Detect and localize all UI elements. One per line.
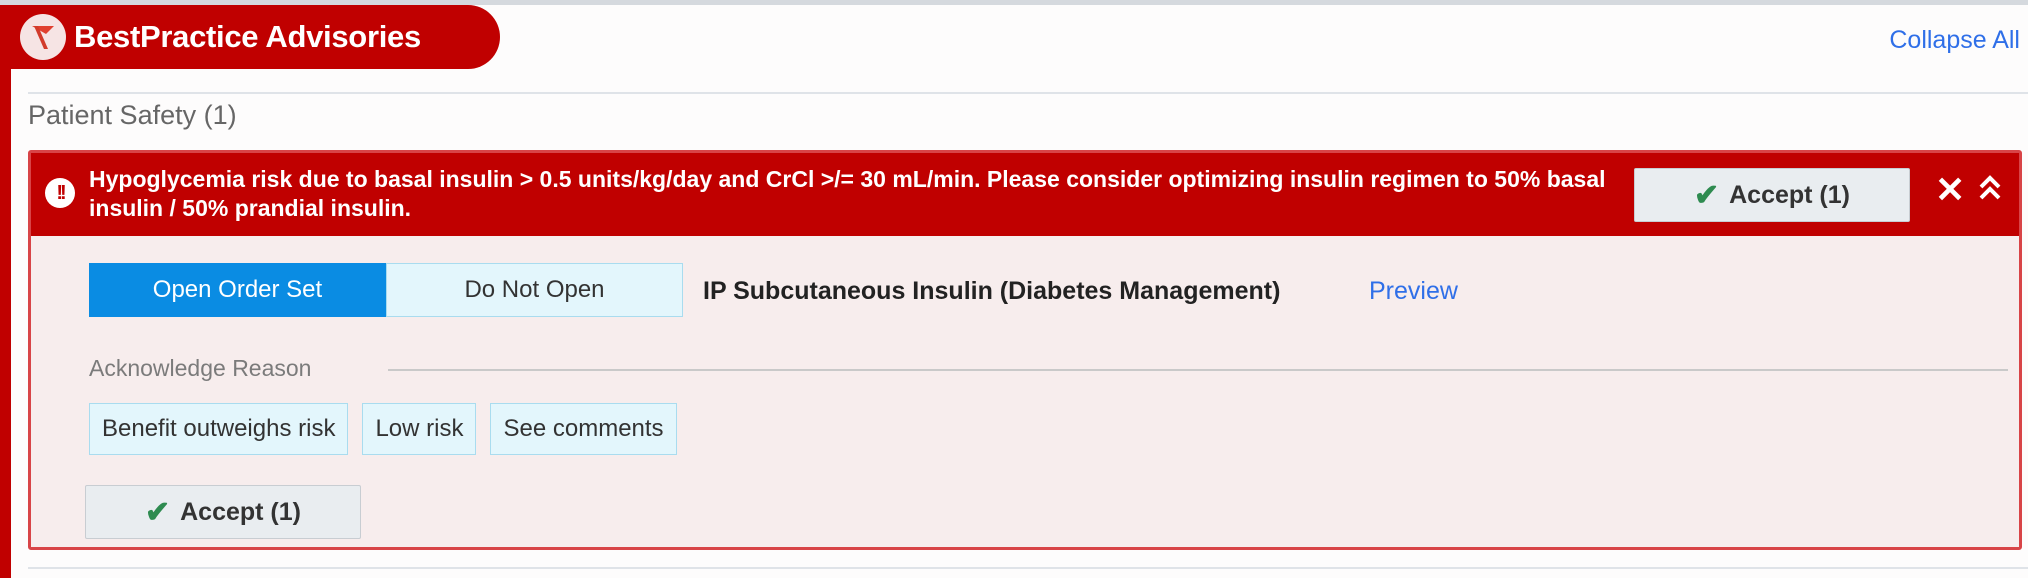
acknowledge-reason-label: Acknowledge Reason: [89, 355, 312, 381]
double-chevron-up-icon[interactable]: [1977, 173, 2003, 208]
acknowledge-reasons: Benefit outweighs risk Low risk See comm…: [89, 403, 677, 455]
double-exclamation-icon: !!: [45, 178, 75, 208]
reason-low-risk[interactable]: Low risk: [362, 403, 477, 455]
accept-button[interactable]: ✔ Accept (1): [1634, 168, 1910, 222]
open-order-set-button[interactable]: Open Order Set: [89, 263, 386, 317]
accept-label: Accept (1): [1729, 180, 1850, 209]
section-accent-bar: [0, 5, 11, 578]
divider: [28, 92, 2028, 94]
bpa-flag-icon: [20, 14, 66, 60]
bpa-header: BestPractice Advisories: [0, 5, 500, 69]
close-icon[interactable]: ✕: [1935, 169, 1965, 211]
check-icon: ✔: [144, 495, 171, 529]
reason-see-comments[interactable]: See comments: [490, 403, 677, 455]
order-set-toggle: Open Order Set Do Not Open: [89, 263, 683, 317]
advisory-header: !! Hypoglycemia risk due to basal insuli…: [31, 153, 2019, 236]
divider: [28, 567, 2028, 569]
divider: [388, 369, 2008, 371]
header-title: BestPractice Advisories: [74, 19, 421, 54]
preview-link[interactable]: Preview: [1369, 277, 1458, 306]
advisory-card: !! Hypoglycemia risk due to basal insuli…: [28, 150, 2022, 550]
do-not-open-button[interactable]: Do Not Open: [386, 263, 683, 317]
reason-benefit-outweighs-risk[interactable]: Benefit outweighs risk: [89, 403, 349, 455]
accept-bottom-label: Accept (1): [180, 497, 301, 526]
section-title: Patient Safety (1): [28, 100, 237, 130]
order-set-name: IP Subcutaneous Insulin (Diabetes Manage…: [703, 277, 1281, 305]
collapse-all-link[interactable]: Collapse All: [1889, 26, 2020, 55]
check-icon: ✔: [1693, 178, 1720, 212]
accept-bottom-button[interactable]: ✔ Accept (1): [85, 485, 361, 539]
advisory-message: Hypoglycemia risk due to basal insulin >…: [89, 166, 1606, 221]
